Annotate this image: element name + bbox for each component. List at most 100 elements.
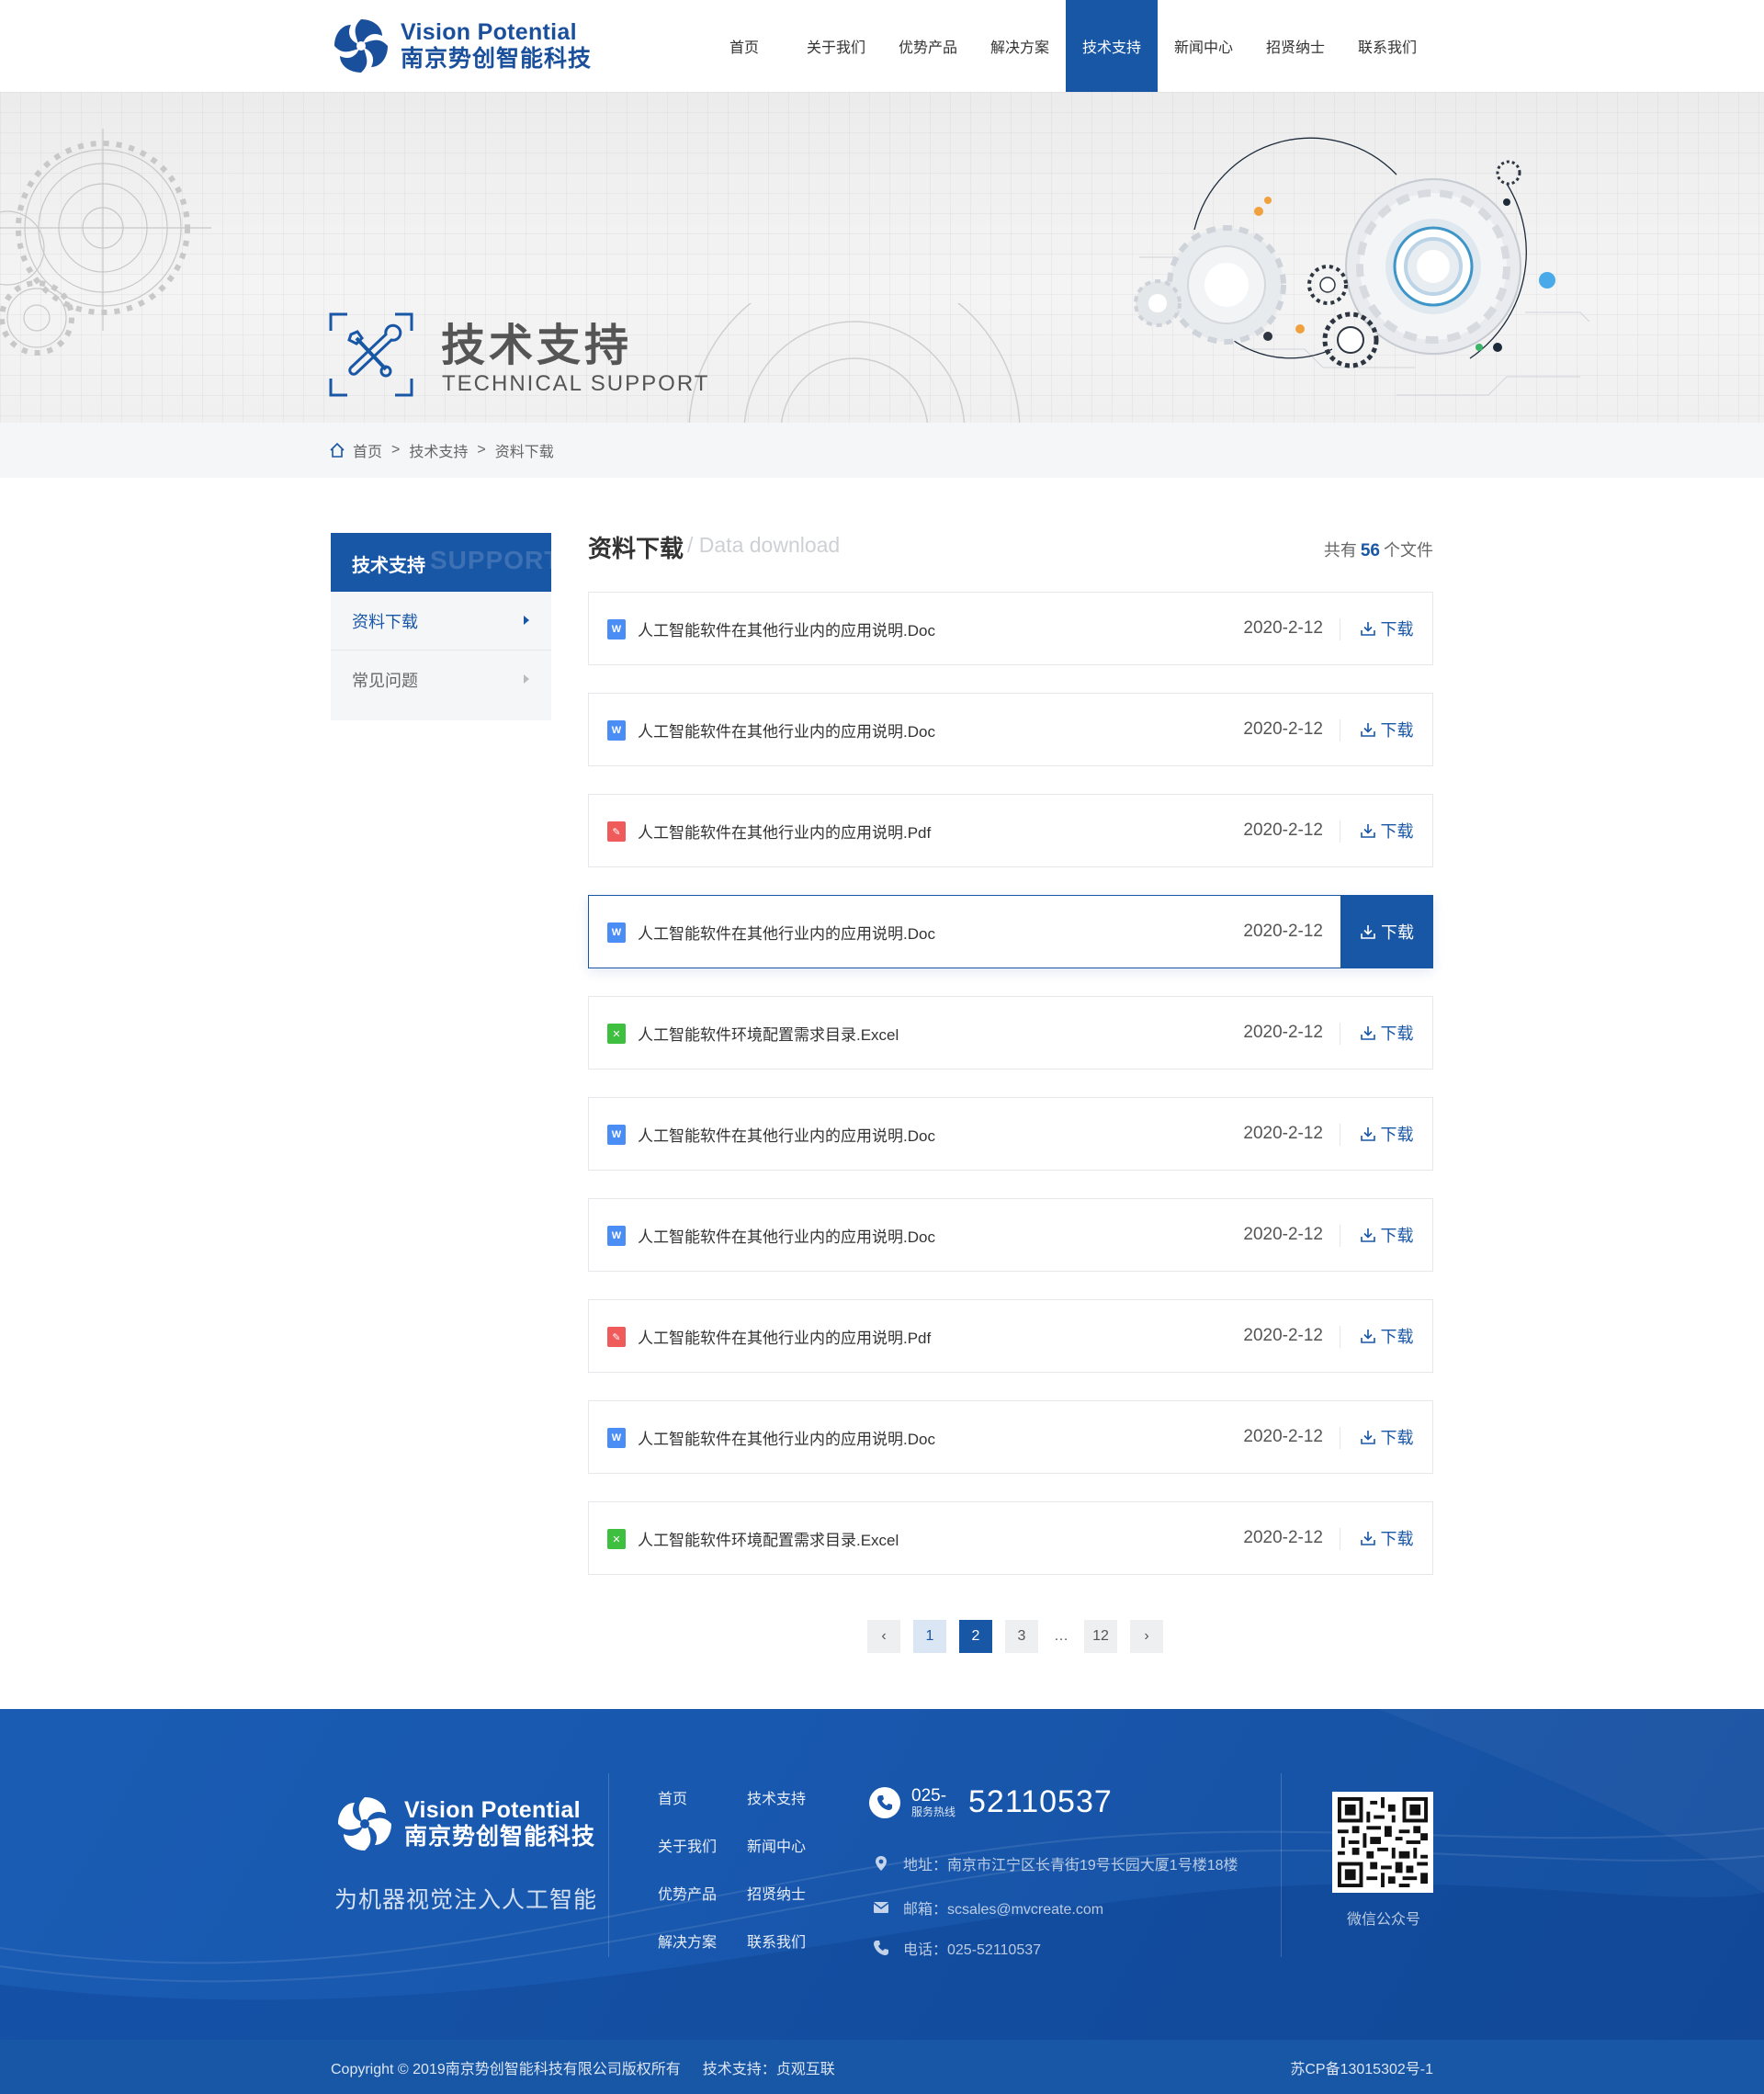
- tech-support-link[interactable]: 技术支持：贞观互联: [703, 2056, 835, 2078]
- footer-link[interactable]: 关于我们: [658, 1834, 747, 1855]
- phone-small-icon: [874, 1941, 888, 1955]
- copyright-text: Copyright © 2019南京势创智能科技有限公司版权所有: [331, 2061, 681, 2077]
- file-row[interactable]: ✕ 人工智能软件环境配置需求目录.Excel 2020-2-12 下载: [588, 996, 1433, 1070]
- copyright-bar: Copyright © 2019南京势创智能科技有限公司版权所有 技术支持：贞观…: [0, 2040, 1764, 2094]
- pagination-page-button[interactable]: 2: [959, 1620, 992, 1653]
- file-row[interactable]: W 人工智能软件在其他行业内的应用说明.Doc 2020-2-12 下载: [588, 1097, 1433, 1171]
- file-row[interactable]: W 人工智能软件在其他行业内的应用说明.Doc 2020-2-12 下载: [588, 1198, 1433, 1272]
- logo-name-en: Vision Potential: [401, 19, 577, 45]
- footer-link[interactable]: 解决方案: [658, 1930, 747, 1951]
- breadcrumb-bar: 首页 > 技术支持 > 资料下载: [0, 423, 1764, 478]
- footer-link[interactable]: 优势产品: [658, 1882, 747, 1903]
- pagination-page-button[interactable]: 12: [1084, 1620, 1117, 1653]
- footer-link[interactable]: 首页: [658, 1786, 747, 1807]
- file-row[interactable]: W 人工智能软件在其他行业内的应用说明.Doc 2020-2-12 下载: [588, 693, 1433, 766]
- file-date: 2020-2-12: [1243, 618, 1323, 638]
- nav-careers[interactable]: 招贤纳士: [1250, 0, 1341, 92]
- sidebar-item[interactable]: 资料下载: [331, 592, 551, 651]
- qr-code-icon: [1338, 1797, 1428, 1887]
- file-name[interactable]: 人工智能软件在其他行业内的应用说明.Doc: [638, 1123, 935, 1146]
- file-name[interactable]: 人工智能软件在其他行业内的应用说明.Doc: [638, 921, 935, 944]
- file-row[interactable]: W 人工智能软件在其他行业内的应用说明.Doc 2020-2-12 下载: [588, 895, 1433, 968]
- file-name[interactable]: 人工智能软件环境配置需求目录.Excel: [638, 1527, 899, 1550]
- site-header: Vision Potential 南京势创智能科技 首页 关于我们 优势产品 解决方案…: [0, 0, 1764, 92]
- footer-address-text: 地址：南京市江宁区长青街19号长园大厦1号楼18楼: [903, 1858, 1238, 1873]
- nav-support[interactable]: 技术支持: [1066, 0, 1158, 92]
- pagination-page-button[interactable]: 3: [1005, 1620, 1038, 1653]
- footer-address: 地址：南京市江宁区长青街19号长园大厦1号楼18楼: [873, 1852, 1238, 1874]
- pdf-file-icon: ✎: [607, 1327, 626, 1347]
- download-label: 下载: [1380, 1530, 1414, 1548]
- hotline-area-code: 025-: [911, 1785, 947, 1805]
- pdf-file-icon: ✎: [607, 821, 626, 842]
- xls-file-icon: ✕: [607, 1529, 626, 1549]
- sidebar-item[interactable]: 常见问题: [331, 651, 551, 709]
- download-label: 下载: [1380, 1429, 1414, 1447]
- download-label: 下载: [1381, 923, 1414, 942]
- wechat-qr-code: [1332, 1792, 1433, 1893]
- doc-file-icon: W: [607, 922, 626, 943]
- file-name[interactable]: 人工智能软件在其他行业内的应用说明.Doc: [638, 1224, 935, 1247]
- download-button[interactable]: 下载: [1340, 694, 1432, 765]
- doc-file-icon: W: [607, 1428, 626, 1448]
- sidebar: 技术支持 SUPPORT 资料下载 常见问题: [331, 533, 551, 720]
- pagination-prev-button[interactable]: ‹: [867, 1620, 900, 1653]
- breadcrumb-item[interactable]: 技术支持: [409, 439, 468, 461]
- site-logo[interactable]: Vision Potential 南京势创智能科技: [329, 13, 592, 79]
- file-row[interactable]: W 人工智能软件在其他行业内的应用说明.Doc 2020-2-12 下载: [588, 592, 1433, 665]
- download-button[interactable]: 下载: [1340, 1199, 1432, 1271]
- logo-name-cn: 南京势创智能科技: [401, 46, 593, 72]
- file-row[interactable]: ✎ 人工智能软件在其他行业内的应用说明.Pdf 2020-2-12 下载: [588, 794, 1433, 867]
- file-date: 2020-2-12: [1243, 1124, 1323, 1143]
- download-label: 下载: [1380, 1024, 1414, 1043]
- download-button[interactable]: 下载: [1340, 593, 1432, 664]
- breadcrumb-item[interactable]: 首页: [353, 439, 382, 461]
- nav-home[interactable]: 首页: [698, 0, 790, 92]
- download-button[interactable]: 下载: [1340, 997, 1432, 1069]
- sidebar-title-watermark: SUPPORT: [430, 546, 551, 574]
- main-content: 资料下载 / Data download 共有 56 个文件 W 人工智能软件在其他行…: [588, 528, 1433, 1575]
- footer-link[interactable]: 技术支持: [747, 1786, 836, 1807]
- file-name[interactable]: 人工智能软件在其他行业内的应用说明.Pdf: [638, 1325, 931, 1348]
- file-name[interactable]: 人工智能软件在其他行业内的应用说明.Pdf: [638, 820, 931, 843]
- footer-link[interactable]: 联系我们: [747, 1930, 836, 1951]
- download-button[interactable]: 下载: [1340, 795, 1432, 866]
- file-row[interactable]: W 人工智能软件在其他行业内的应用说明.Doc 2020-2-12 下载: [588, 1400, 1433, 1474]
- footer-email: 邮箱：scsales@mvcreate.com: [873, 1896, 1103, 1919]
- footer-links: 首页 技术支持关于我们 新闻中心优势产品 招贤纳士解决方案 联系我们: [658, 1786, 836, 1951]
- breadcrumb: 首页 > 技术支持 > 资料下载: [329, 423, 554, 478]
- nav-about[interactable]: 关于我们: [790, 0, 882, 92]
- icp-number[interactable]: 苏CP备13015302号-1: [1290, 2056, 1433, 2078]
- file-row[interactable]: ✕ 人工智能软件环境配置需求目录.Excel 2020-2-12 下载: [588, 1501, 1433, 1575]
- file-name[interactable]: 人工智能软件在其他行业内的应用说明.Doc: [638, 719, 935, 741]
- nav-contact[interactable]: 联系我们: [1341, 0, 1433, 92]
- file-name[interactable]: 人工智能软件在其他行业内的应用说明.Doc: [638, 1426, 935, 1449]
- file-row[interactable]: ✎ 人工智能软件在其他行业内的应用说明.Pdf 2020-2-12 下载: [588, 1299, 1433, 1373]
- download-button[interactable]: 下载: [1340, 1300, 1432, 1372]
- footer-divider: [608, 1773, 609, 1957]
- download-icon: [1360, 1532, 1375, 1545]
- nav-products[interactable]: 优势产品: [882, 0, 974, 92]
- footer-link[interactable]: 招贤纳士: [747, 1882, 836, 1903]
- footer-link[interactable]: 新闻中心: [747, 1834, 836, 1855]
- breadcrumb-separator: >: [477, 442, 486, 458]
- file-count-suffix: 个文件: [1384, 541, 1433, 560]
- download-button[interactable]: 下载: [1340, 1098, 1432, 1170]
- content-title-en: / Data download: [687, 533, 841, 557]
- nav-news[interactable]: 新闻中心: [1158, 0, 1250, 92]
- file-name[interactable]: 人工智能软件环境配置需求目录.Excel: [638, 1022, 899, 1045]
- file-date: 2020-2-12: [1243, 922, 1323, 941]
- footer-logo[interactable]: Vision Potential 南京势创智能科技: [333, 1792, 595, 1856]
- sidebar-menu: 资料下载 常见问题: [331, 592, 551, 720]
- footer-divider-right: [1281, 1773, 1282, 1957]
- download-button[interactable]: 下载: [1340, 1502, 1432, 1574]
- file-name[interactable]: 人工智能软件在其他行业内的应用说明.Doc: [638, 617, 935, 640]
- download-button[interactable]: 下载: [1340, 1401, 1432, 1473]
- pagination-page-button[interactable]: 1: [913, 1620, 946, 1653]
- footer-logo-name-cn: 南京势创智能科技: [404, 1824, 596, 1850]
- download-button[interactable]: 下载: [1340, 895, 1433, 968]
- file-count-prefix: 共有: [1323, 541, 1357, 560]
- nav-solutions[interactable]: 解决方案: [974, 0, 1066, 92]
- pagination-next-button[interactable]: ›: [1130, 1620, 1163, 1653]
- file-count: 共有 56 个文件: [1324, 538, 1433, 561]
